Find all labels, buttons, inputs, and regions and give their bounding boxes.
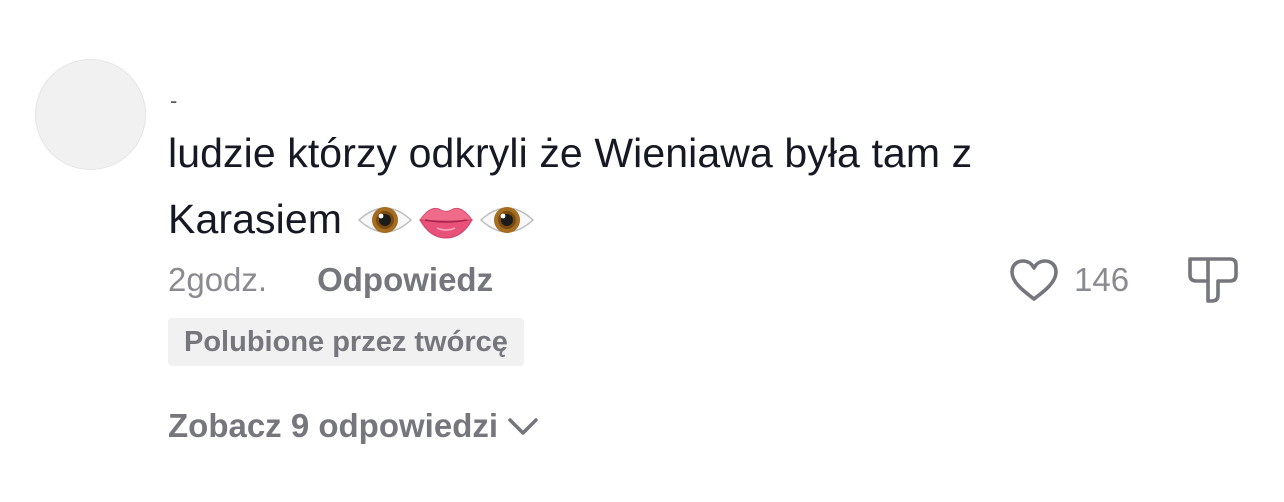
like-count: 146: [1074, 261, 1130, 298]
comment-username[interactable]: -: [170, 86, 177, 116]
reply-button[interactable]: Odpowiedz: [317, 261, 493, 299]
avatar[interactable]: [35, 59, 146, 170]
comment-timestamp: 2godz.: [168, 261, 268, 298]
liked-by-creator-badge: Polubione przez twórcę: [168, 318, 524, 366]
like-group: 146: [1008, 255, 1129, 305]
view-replies-button[interactable]: Zobacz 9 odpowiedzi: [168, 404, 540, 448]
eye-emoji-icon: [479, 198, 535, 242]
chevron-down-icon: [508, 418, 538, 435]
thumbs-down-icon[interactable]: [1186, 253, 1240, 305]
lips-emoji-icon: [417, 198, 475, 242]
comment-meta-row: 2godz. Odpowiedz: [168, 258, 493, 302]
comment-text: ludzie którzy odkryli że Wieniawa była t…: [168, 120, 1128, 252]
eye-emoji-icon: [357, 198, 413, 242]
comment-text-line-2: Karasiem: [168, 196, 342, 242]
view-replies-label: Zobacz 9 odpowiedzi: [168, 407, 499, 444]
heart-outline-icon[interactable]: [1008, 257, 1060, 303]
comment-text-line-1: ludzie którzy odkryli że Wieniawa była t…: [168, 130, 973, 176]
